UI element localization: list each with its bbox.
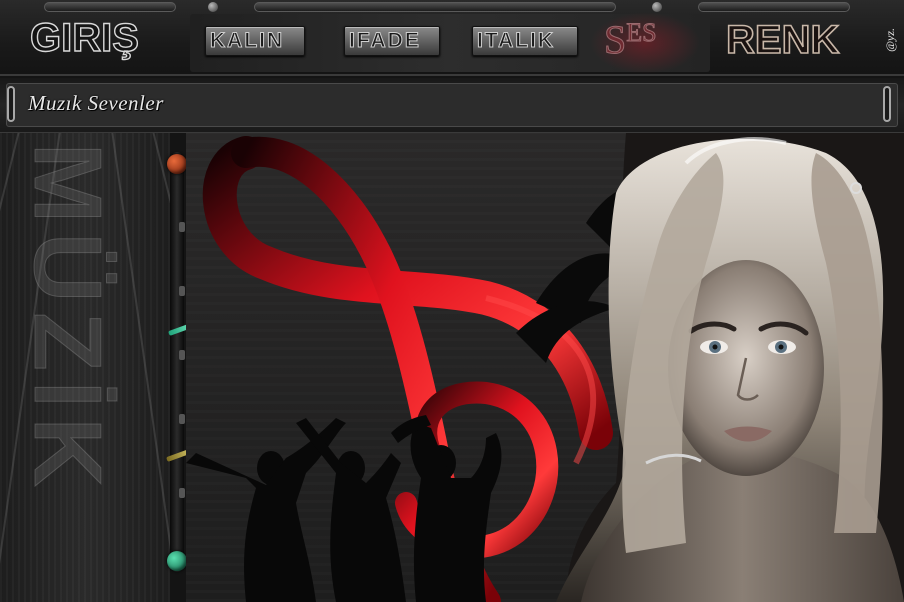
- scrollbar-track[interactable]: [170, 152, 184, 572]
- signature: @yz.: [883, 27, 897, 52]
- sound-button-small-letters: ES: [626, 18, 657, 48]
- scroll-notch: [179, 222, 185, 232]
- stage-artwork: [186, 133, 904, 602]
- scroll-notch: [179, 414, 185, 424]
- scroll-notch: [179, 350, 185, 360]
- top-rail-knob: [208, 2, 218, 12]
- top-rail-right: [698, 2, 850, 12]
- title-bracket-right: [883, 86, 891, 122]
- room-title: Muzık Sevenler: [28, 91, 164, 115]
- emote-button[interactable]: IFADE: [344, 26, 440, 56]
- scroll-notch: [179, 488, 185, 498]
- scroll-up-button[interactable]: [167, 154, 187, 174]
- scroll-notch: [179, 286, 185, 296]
- top-rail-center: [254, 2, 616, 12]
- scroll-down-button[interactable]: [167, 551, 187, 571]
- bold-button[interactable]: KALIN: [205, 26, 305, 56]
- top-rail-left: [44, 2, 176, 12]
- color-button[interactable]: RENK: [725, 17, 840, 63]
- top-toolbar: GIRIŞ KALIN IFADE ITALIK SES RENK @yz.: [0, 0, 904, 76]
- panel-decor-text: MÜZİK: [14, 143, 122, 498]
- dancers-silhouette: [186, 415, 502, 602]
- italic-button[interactable]: ITALIK: [472, 26, 578, 56]
- title-bracket-left: [7, 86, 15, 122]
- left-user-panel: MÜZİK: [0, 133, 170, 602]
- sound-button[interactable]: SES: [603, 16, 657, 63]
- room-title-bar: Muzık Sevenler: [0, 78, 904, 133]
- chat-stage: [186, 133, 904, 602]
- top-rail-knob: [652, 2, 662, 12]
- logo-giris[interactable]: GIRIŞ: [29, 15, 139, 61]
- sound-button-big-letter: S: [603, 17, 627, 63]
